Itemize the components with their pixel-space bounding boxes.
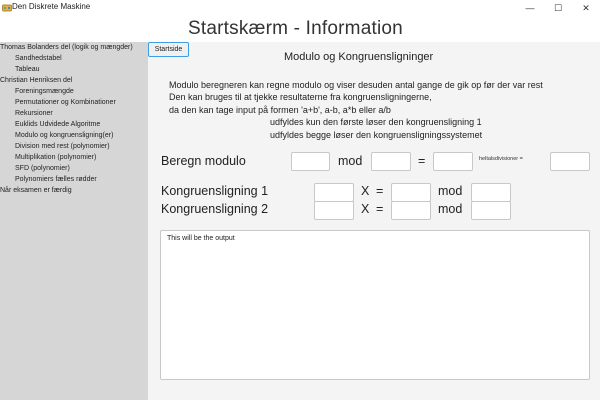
startside-button[interactable]: Startside (148, 42, 189, 57)
congruence-1-mod-label: mod (438, 184, 463, 198)
description-line-1: Modulo beregneren kan regne modulo og vi… (169, 80, 543, 90)
tree-item-permutationer[interactable]: Permutationer og Kombinationer (15, 97, 116, 108)
congruence-1-x-label: X (361, 184, 370, 198)
tree-item-faelles-roedder[interactable]: Polynomiers fælles rødder (15, 174, 97, 185)
description-line-3: da den kan tage input på formen 'a+b', a… (169, 105, 391, 115)
congruence-1-equals-label: = (376, 184, 384, 198)
modulo-result-field[interactable] (433, 152, 473, 171)
modulo-input-a[interactable] (291, 152, 330, 171)
description-line-4: udfyldes kun den første løser den kongru… (270, 117, 482, 127)
congruence-2-mod-label: mod (438, 202, 463, 216)
window-title: Den Diskrete Maskine (12, 2, 91, 11)
congruence-1-label: Kongruensligning 1 (161, 184, 269, 198)
description-line-5: udfyldes begge løser den kongruenslignin… (270, 130, 483, 140)
output-text: This will be the output (167, 235, 235, 242)
section-subtitle: Modulo og Kongruensligninger (284, 51, 434, 63)
congruence-1-value-input[interactable] (391, 183, 431, 202)
tree-item-foreningsmaengde[interactable]: Foreningsmængde (15, 86, 74, 97)
congruence-2-label: Kongruensligning 2 (161, 202, 269, 216)
output-area[interactable]: This will be the output (160, 230, 590, 380)
minimize-button[interactable]: — (516, 0, 544, 16)
congruence-1-modulus-input[interactable] (471, 183, 511, 202)
app-icon (2, 4, 12, 12)
tree-item-sfd[interactable]: SFD (polynomier) (15, 163, 70, 174)
congruence-2-value-input[interactable] (391, 201, 431, 220)
modulo-label: Beregn modulo (161, 154, 246, 168)
tree-item-rekursioner[interactable]: Rekursioner (15, 108, 53, 119)
close-button[interactable]: ✕ (572, 0, 600, 16)
modulo-input-n[interactable] (371, 152, 411, 171)
sidebar-tree[interactable]: Thomas Bolanders del (logik og mængder) … (0, 42, 148, 400)
maximize-button[interactable]: ☐ (544, 0, 572, 16)
congruence-2-coefficient-input[interactable] (314, 201, 354, 220)
tree-item-multiplikation[interactable]: Multiplikation (polynomier) (15, 152, 96, 163)
congruence-2-x-label: X (361, 202, 370, 216)
tree-item-sandhedstabel[interactable]: Sandhedstabel (15, 53, 62, 64)
tree-item-christian-henriksen[interactable]: Christian Henriksen del (0, 75, 72, 86)
page-title: Startskærm - Information (188, 18, 403, 39)
congruence-2-equals-label: = (376, 202, 384, 216)
tree-item-modulo[interactable]: Modulo og kongruensligning(er) (15, 130, 113, 141)
tree-item-naar-eksamen[interactable]: Når eksamen er færdig (0, 185, 72, 196)
tree-item-thomas-bolander[interactable]: Thomas Bolanders del (logik og mængder) (0, 42, 133, 53)
title-bar: Den Diskrete Maskine — ☐ ✕ (0, 0, 600, 16)
heltalsdivisioner-field[interactable] (550, 152, 590, 171)
tree-item-euklid[interactable]: Euklids Udvidede Algoritme (15, 119, 100, 130)
congruence-1-coefficient-input[interactable] (314, 183, 354, 202)
modulo-equals-label: = (418, 154, 426, 168)
heltalsdivisioner-label: heltalsdivisioner = (479, 156, 523, 162)
modulo-mod-label: mod (338, 154, 363, 168)
description-line-2: Den kan bruges til at tjekke resultatern… (169, 92, 432, 102)
tree-item-tableau[interactable]: Tableau (15, 64, 40, 75)
tree-item-division-med-rest[interactable]: Division med rest (polynomier) (15, 141, 110, 152)
congruence-2-modulus-input[interactable] (471, 201, 511, 220)
